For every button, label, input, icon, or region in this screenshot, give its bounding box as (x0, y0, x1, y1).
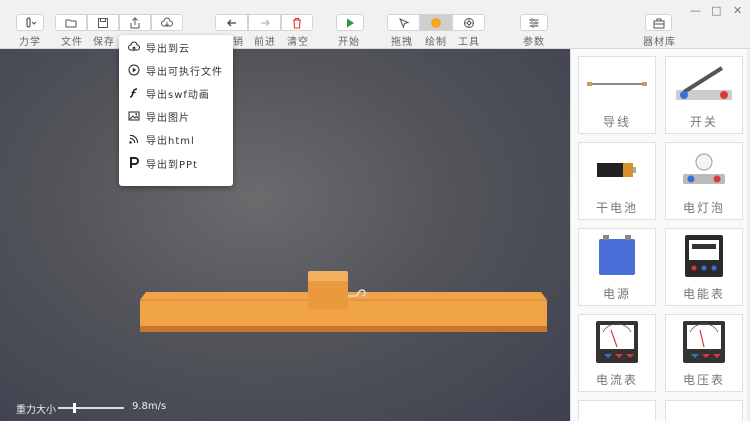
save-icon (98, 17, 108, 28)
ammeter-icon (596, 321, 638, 363)
cloud-upload-icon (127, 41, 140, 54)
gravity-slider-handle[interactable] (73, 403, 76, 413)
hook-icon (348, 289, 366, 297)
file-open-button[interactable] (55, 14, 87, 31)
powerpoint-icon (127, 157, 140, 170)
save-label: 保存 (93, 37, 115, 48)
undo-button[interactable] (215, 14, 248, 31)
wire-icon (587, 82, 647, 86)
gravity-slider-track[interactable] (58, 407, 124, 409)
params-button[interactable] (520, 14, 548, 31)
library-item-bulb[interactable]: 电灯泡 (665, 142, 743, 220)
power-supply-icon (599, 235, 635, 275)
cloud-button[interactable] (151, 14, 183, 31)
flash-icon (127, 87, 140, 100)
mode-label: 力学 (19, 37, 41, 48)
library-item-partial[interactable] (665, 400, 743, 421)
minimize-button[interactable]: — (690, 4, 701, 17)
undo-label: 销 (233, 37, 244, 48)
magnet-icon (26, 16, 36, 28)
drag-tool-button[interactable] (387, 14, 420, 31)
gravity-value: 9.8m/s (132, 401, 167, 412)
draw-label: 绘制 (425, 37, 447, 48)
circle-fill-icon (431, 17, 441, 28)
tools-button[interactable] (452, 14, 485, 31)
redo-button[interactable] (248, 14, 281, 31)
cursor-icon (398, 17, 409, 28)
sliders-icon (529, 17, 539, 28)
maximize-button[interactable]: □ (711, 4, 721, 17)
switch-icon (676, 66, 732, 100)
clear-button[interactable] (281, 14, 313, 31)
gravity-label: 重力大小 (16, 405, 56, 416)
battery-icon (597, 163, 636, 177)
rss-icon (127, 133, 140, 146)
arrow-left-icon (226, 19, 236, 26)
clear-label: 清空 (287, 37, 309, 48)
voltmeter-icon (683, 321, 725, 363)
library-button[interactable] (645, 14, 672, 31)
menu-item-export-image[interactable]: 导出图片 (119, 105, 233, 127)
sliding-block[interactable] (308, 271, 348, 309)
start-label: 开始 (338, 37, 360, 48)
export-menu: 导出到云 导出可执行文件 导出swf动画 导出图片 导出html 导出到PPt (119, 35, 233, 186)
params-label: 参数 (523, 37, 545, 48)
library-item-ammeter[interactable]: 电流表 (578, 314, 656, 392)
tools-label: 工具 (458, 37, 480, 48)
play-icon (347, 18, 354, 27)
save-button[interactable] (87, 14, 119, 31)
library-item-power-supply[interactable]: 电源 (578, 228, 656, 306)
simulation-canvas[interactable]: 重力大小 9.8m/s (0, 49, 570, 421)
menu-item-export-swf[interactable]: 导出swf动画 (119, 82, 233, 104)
toolbox-icon (653, 18, 664, 28)
library-item-voltmeter[interactable]: 电压表 (665, 314, 743, 392)
folder-icon (65, 19, 77, 27)
trash-icon (293, 17, 301, 29)
play-circle-icon (127, 64, 140, 77)
close-button[interactable]: ✕ (733, 4, 742, 17)
library-label: 器材库 (643, 37, 676, 48)
library-item-wire[interactable]: 导线 (578, 56, 656, 134)
library-item-battery[interactable]: 干电池 (578, 142, 656, 220)
draw-tool-button[interactable] (420, 14, 452, 31)
cloud-icon (161, 17, 173, 27)
export-button[interactable] (119, 14, 151, 31)
menu-item-export-cloud[interactable]: 导出到云 (119, 36, 233, 58)
gear-icon (463, 17, 474, 28)
bulb-icon (683, 153, 725, 184)
arrow-right-icon (260, 19, 270, 26)
share-icon (130, 16, 140, 28)
redo-label: 前进 (254, 37, 276, 48)
component-library-panel: 导线 开关 干电池 电灯泡 电源 电能表 电流表 电压表 (570, 49, 750, 421)
image-icon (127, 110, 140, 123)
library-item-partial[interactable] (578, 400, 656, 421)
toolbar: 力学 文件 保存 销 前进 清空 开始 拖拽 绘制 工具 参数 器材库 — □ … (0, 0, 750, 49)
mode-select-button[interactable] (16, 14, 44, 31)
library-item-energy-meter[interactable]: 电能表 (665, 228, 743, 306)
start-button[interactable] (336, 14, 364, 31)
energy-meter-icon (685, 235, 723, 277)
drag-label: 拖拽 (391, 37, 413, 48)
menu-item-export-exe[interactable]: 导出可执行文件 (119, 59, 233, 81)
menu-item-export-ppt[interactable]: 导出到PPt (119, 152, 233, 174)
file-label: 文件 (61, 37, 83, 48)
menu-item-export-html[interactable]: 导出html (119, 128, 233, 150)
library-item-switch[interactable]: 开关 (665, 56, 743, 134)
